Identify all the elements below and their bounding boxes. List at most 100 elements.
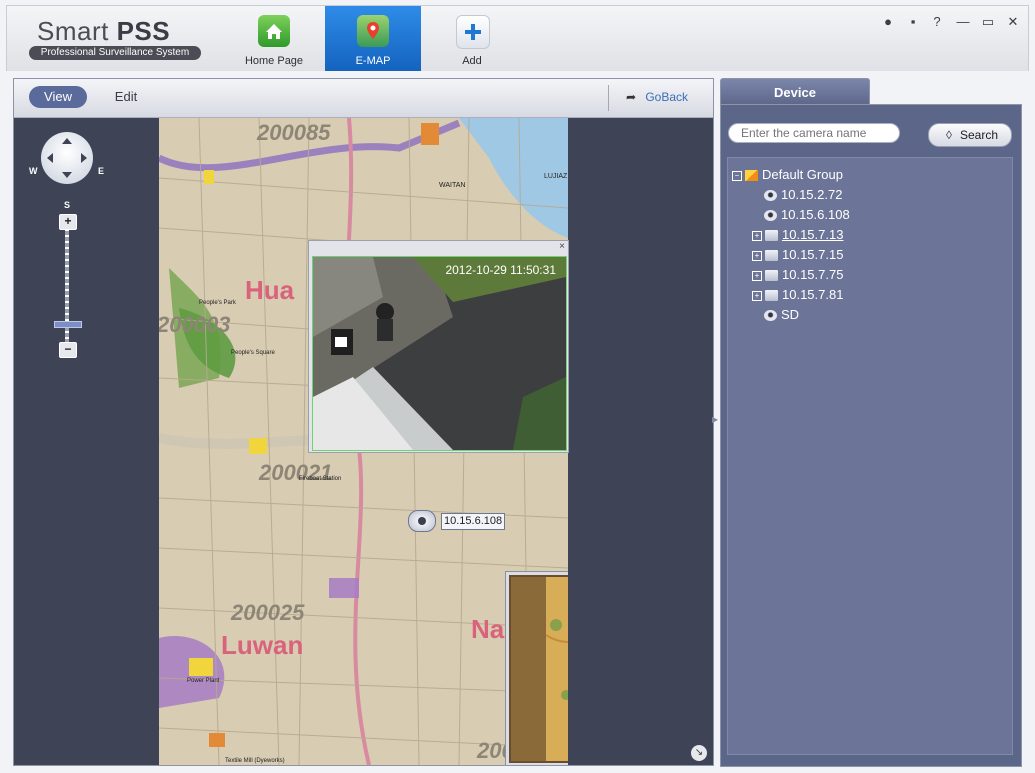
minimize-icon[interactable]: — — [955, 14, 971, 30]
map-place-label: LUJIAZ — [544, 173, 568, 180]
map-place-label: People's Park — [199, 300, 236, 306]
map-zip-label: 200021 — [259, 460, 333, 485]
tab-home-page-label: Home Page — [244, 55, 304, 67]
pan-up-icon — [62, 138, 72, 144]
map-place-label: Power Plant — [187, 678, 220, 684]
expand-icon[interactable]: + — [752, 250, 762, 261]
map-zip-label: 200085 — [257, 120, 331, 145]
maximize-icon[interactable]: ▭ — [980, 14, 996, 30]
overview-viewport-frame — [509, 575, 568, 763]
toolbar-divider — [608, 85, 609, 111]
compass-east-label: E — [98, 166, 105, 176]
dvr-device-icon — [765, 290, 778, 302]
tab-home-page[interactable]: Home Page — [226, 6, 322, 71]
device-panel: ◊ Search − Default Group 10.15.2.72 10.15.… — [720, 104, 1022, 767]
goback-arrow-icon: ➦ — [626, 90, 637, 104]
map-place-label: Textile Mill (Dyeworks) — [225, 758, 285, 764]
map-district-label: Na — [471, 614, 505, 644]
map-district-label: Hua — [245, 275, 295, 305]
video-scene — [313, 257, 566, 450]
group-icon — [745, 170, 758, 182]
tree-item-device[interactable]: +10.15.7.15 — [752, 246, 843, 264]
goback-label: GoBack — [645, 90, 689, 104]
app-name-bold: PSS — [116, 16, 171, 46]
tree-item-label: 10.15.6.108 — [781, 207, 850, 222]
emap-panel: View Edit ➦ GoBack N W E S + − — [13, 78, 714, 766]
tree-item-camera[interactable]: 10.15.2.72 — [764, 186, 842, 204]
tab-e-map-label: E-MAP — [355, 55, 391, 67]
collapse-icon[interactable]: − — [732, 170, 742, 181]
home-icon — [258, 15, 290, 47]
pan-right-icon — [81, 153, 87, 163]
map-toolbar: View Edit ➦ GoBack — [14, 79, 713, 118]
map-district-label: Luwan — [221, 630, 304, 660]
dvr-device-icon — [765, 230, 778, 242]
compass-south-label: S — [64, 200, 71, 210]
tab-e-map[interactable]: E-MAP — [325, 6, 421, 71]
panel-splitter-icon[interactable]: ▶ — [712, 415, 718, 425]
map-place-label: WAITAN — [439, 182, 466, 189]
top-bar: Smart PSS Professional Surveillance Syst… — [6, 5, 1029, 71]
video-close-button[interactable]: × — [559, 241, 565, 252]
map-place-label: Fireboat Station — [299, 476, 342, 482]
smartpss-window: Smart PSS Professional Surveillance Syst… — [0, 0, 1035, 773]
camera-marker-label[interactable]: 10.15.6.108 — [441, 513, 506, 530]
search-button-label: Search — [959, 128, 999, 142]
app-logo: Smart PSS — [37, 16, 170, 47]
tree-item-label: 10.15.7.15 — [782, 247, 844, 262]
app-subtitle: Professional Surveillance System — [29, 46, 201, 60]
overview-resize-icon[interactable]: ↘ — [691, 745, 707, 761]
zoom-slider-thumb[interactable] — [54, 321, 82, 328]
tree-item-device[interactable]: +10.15.7.81 — [752, 286, 843, 304]
tree-item-device[interactable]: +10.15.7.75 — [752, 266, 843, 284]
map-pin-icon — [357, 15, 389, 47]
compass-west-label: W — [29, 166, 38, 176]
tab-add-label: Add — [462, 55, 482, 67]
view-button[interactable]: View — [29, 86, 87, 108]
dome-camera-icon — [764, 190, 777, 202]
map-zip-label: 200003 — [159, 312, 231, 337]
tree-item-label: 10.15.7.81 — [782, 287, 844, 302]
tree-item-label: SD — [781, 307, 800, 322]
edit-button[interactable]: Edit — [104, 86, 148, 108]
tree-item-camera[interactable]: SD — [764, 306, 799, 324]
close-icon[interactable]: ✕ — [1005, 14, 1021, 30]
app-name-regular: Smart — [37, 16, 109, 46]
goback-button[interactable]: ➦ GoBack — [626, 86, 706, 108]
dvr-device-icon — [765, 270, 778, 282]
lock-icon[interactable]: ▪ — [905, 14, 921, 30]
dome-camera-icon — [764, 210, 777, 222]
camera-marker-icon[interactable] — [408, 510, 436, 532]
device-tree: − Default Group 10.15.2.72 10.15.6.108 +1… — [727, 157, 1013, 755]
pan-compass[interactable] — [41, 132, 93, 184]
map-overview[interactable] — [506, 572, 568, 765]
binoculars-icon: ◊ — [946, 128, 952, 142]
expand-icon[interactable]: + — [752, 270, 762, 281]
tree-item-camera[interactable]: 10.15.6.108 — [764, 206, 850, 224]
dome-camera-icon — [764, 310, 777, 322]
live-video-frame: 2012-10-29 11:50:31 — [312, 256, 567, 451]
pan-left-icon — [47, 153, 53, 163]
zoom-out-button[interactable]: − — [59, 342, 77, 358]
device-tab[interactable]: Device — [720, 78, 870, 106]
search-button[interactable]: ◊ Search — [928, 123, 1012, 147]
user-icon[interactable]: ● — [880, 14, 896, 30]
map-place-label: People's Square — [231, 350, 275, 356]
tab-add[interactable]: Add — [424, 6, 520, 71]
tree-item-label: 10.15.2.72 — [781, 187, 843, 202]
tree-item-label: 10.15.7.75 — [782, 267, 844, 282]
tree-item-label: 10.15.7.13 — [782, 227, 844, 242]
map-zip-label: 200025 — [231, 600, 305, 625]
dvr-device-icon — [765, 250, 778, 262]
tree-item-device[interactable]: +10.15.7.13 — [752, 226, 843, 244]
live-video-popup[interactable]: × 2012-10-29 11:50:31 — [308, 240, 569, 453]
pan-down-icon — [62, 172, 72, 178]
expand-icon[interactable]: + — [752, 290, 762, 301]
tree-item-default-group[interactable]: − Default Group — [732, 166, 843, 184]
camera-search-input[interactable] — [728, 123, 900, 143]
expand-icon[interactable]: + — [752, 230, 762, 241]
video-timestamp: 2012-10-29 11:50:31 — [445, 263, 556, 277]
zoom-in-button[interactable]: + — [59, 214, 77, 230]
tree-item-label: Default Group — [762, 167, 843, 182]
help-icon[interactable]: ? — [929, 14, 945, 30]
